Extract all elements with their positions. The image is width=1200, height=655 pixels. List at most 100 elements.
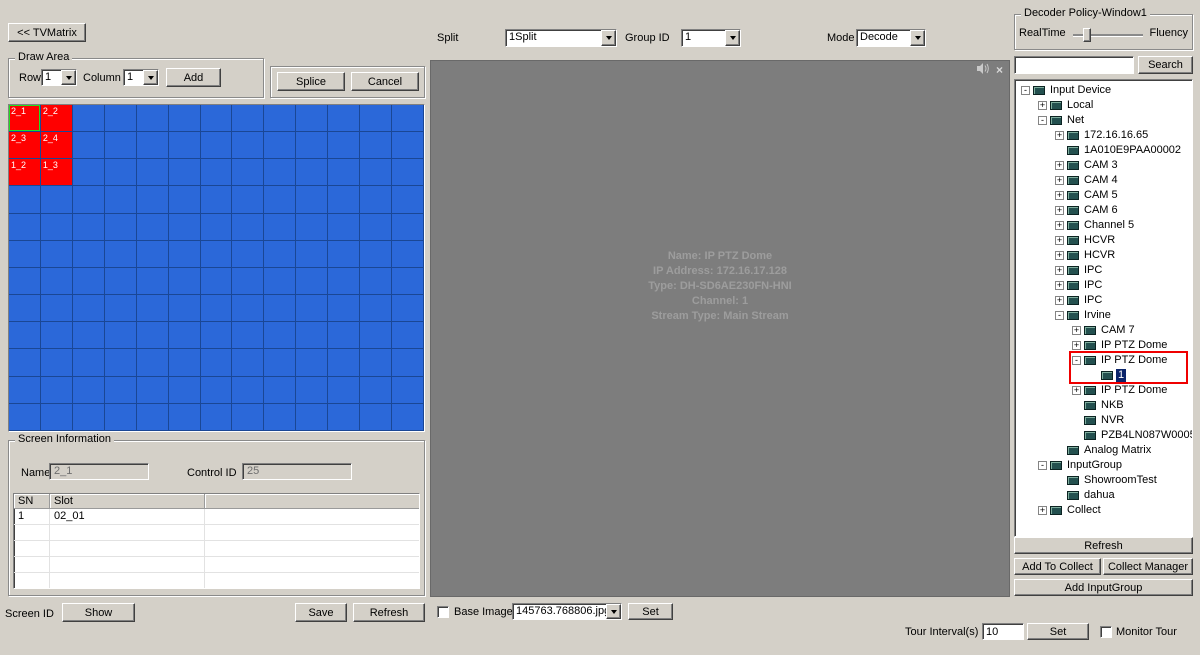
tree-item-18-ip-ptz-dome[interactable]: -IP PTZ Dome: [1015, 353, 1192, 368]
grid-cell-2-9[interactable]: [296, 159, 328, 186]
grid-cell-0-2[interactable]: [73, 105, 105, 132]
grid-cell-9-5[interactable]: [169, 349, 201, 376]
mode-select[interactable]: Decode: [856, 29, 926, 47]
tree-item-26-showroomtest[interactable]: ShowroomTest: [1015, 473, 1192, 488]
tree-item-label[interactable]: Input Device: [1048, 84, 1113, 97]
grid-cell-4-12[interactable]: [392, 214, 424, 241]
grid-cell-8-10[interactable]: [328, 322, 360, 349]
tree-item-8-cam-6[interactable]: +CAM 6: [1015, 203, 1192, 218]
tree-item-label[interactable]: Local: [1065, 99, 1095, 112]
tree-item-label[interactable]: IP PTZ Dome: [1099, 339, 1169, 352]
grid-cell-2-8[interactable]: [264, 159, 296, 186]
grid-cell-5-12[interactable]: [392, 241, 424, 268]
collapse-icon[interactable]: -: [1021, 86, 1030, 95]
grid-cell-6-2[interactable]: [73, 268, 105, 295]
grid-cell-1-11[interactable]: [360, 132, 392, 159]
grid-cell-5-11[interactable]: [360, 241, 392, 268]
tree-item-label[interactable]: HCVR: [1082, 234, 1117, 247]
tree-item-label[interactable]: IPC: [1082, 264, 1104, 277]
tree-item-label[interactable]: HCVR: [1082, 249, 1117, 262]
tree-item-16-cam-7[interactable]: +CAM 7: [1015, 323, 1192, 338]
tree-item-label[interactable]: CAM 6: [1082, 204, 1120, 217]
slot-table-row-4[interactable]: [14, 573, 419, 589]
grid-cell-0-3[interactable]: [105, 105, 137, 132]
tree-item-label[interactable]: 1A010E9PAA00002: [1082, 144, 1183, 157]
grid-cell-9-10[interactable]: [328, 349, 360, 376]
grid-cell-6-0[interactable]: [9, 268, 41, 295]
tree-item-12-ipc[interactable]: +IPC: [1015, 263, 1192, 278]
tour-set-button[interactable]: Set: [1027, 623, 1089, 640]
chevron-down-icon[interactable]: [910, 30, 925, 46]
group-id-select[interactable]: 1: [681, 29, 741, 47]
grid-cell-0-10[interactable]: [328, 105, 360, 132]
expand-icon[interactable]: +: [1072, 341, 1081, 350]
slot-table-row-2[interactable]: [14, 541, 419, 557]
grid-cell-4-7[interactable]: [232, 214, 264, 241]
grid-cell-10-2[interactable]: [73, 377, 105, 404]
grid-cell-11-9[interactable]: [296, 404, 328, 431]
tree-item-label[interactable]: CAM 3: [1082, 159, 1120, 172]
close-icon[interactable]: ×: [996, 64, 1003, 76]
row-select[interactable]: 1: [41, 69, 77, 86]
grid-cell-7-10[interactable]: [328, 295, 360, 322]
grid-cell-7-1[interactable]: [41, 295, 73, 322]
grid-cell-6-1[interactable]: [41, 268, 73, 295]
save-button[interactable]: Save: [295, 603, 347, 622]
collapse-icon[interactable]: -: [1055, 311, 1064, 320]
grid-cell-3-7[interactable]: [232, 186, 264, 213]
expand-icon[interactable]: +: [1038, 506, 1047, 515]
grid-cell-2-1[interactable]: 1_3: [41, 159, 73, 186]
grid-cell-7-0[interactable]: [9, 295, 41, 322]
chevron-down-icon[interactable]: [143, 70, 158, 85]
grid-cell-10-9[interactable]: [296, 377, 328, 404]
tree-item-14-ipc[interactable]: +IPC: [1015, 293, 1192, 308]
slot-table-header-cell[interactable]: Slot: [50, 494, 205, 508]
tree-item-label[interactable]: 1: [1116, 369, 1126, 382]
collect-manager-button[interactable]: Collect Manager: [1103, 558, 1193, 575]
expand-icon[interactable]: +: [1055, 236, 1064, 245]
video-preview-area[interactable]: × Name: IP PTZ Dome IP Address: 172.16.1…: [430, 60, 1010, 597]
tree-item-2-net[interactable]: -Net: [1015, 113, 1192, 128]
tree-item-25-inputgroup[interactable]: -InputGroup: [1015, 458, 1192, 473]
grid-cell-5-10[interactable]: [328, 241, 360, 268]
grid-cell-0-6[interactable]: [201, 105, 233, 132]
tree-item-11-hcvr[interactable]: +HCVR: [1015, 248, 1192, 263]
chevron-down-icon[interactable]: [601, 30, 616, 46]
grid-cell-11-11[interactable]: [360, 404, 392, 431]
collapse-icon[interactable]: -: [1038, 116, 1047, 125]
grid-cell-5-0[interactable]: [9, 241, 41, 268]
tree-item-23-pzb4ln087w0005-[interactable]: PZB4LN087W0005...: [1015, 428, 1192, 443]
grid-cell-5-9[interactable]: [296, 241, 328, 268]
grid-cell-7-11[interactable]: [360, 295, 392, 322]
grid-cell-0-0[interactable]: 2_1: [9, 105, 41, 132]
tree-item-24-analog-matrix[interactable]: Analog Matrix: [1015, 443, 1192, 458]
grid-cell-1-4[interactable]: [137, 132, 169, 159]
refresh-button[interactable]: Refresh: [353, 603, 425, 622]
slot-table[interactable]: SNSlot102_01: [13, 493, 420, 589]
grid-cell-9-11[interactable]: [360, 349, 392, 376]
grid-cell-1-8[interactable]: [264, 132, 296, 159]
grid-cell-0-5[interactable]: [169, 105, 201, 132]
collapse-icon[interactable]: -: [1038, 461, 1047, 470]
grid-cell-8-6[interactable]: [201, 322, 233, 349]
grid-cell-5-8[interactable]: [264, 241, 296, 268]
grid-cell-1-5[interactable]: [169, 132, 201, 159]
grid-cell-6-11[interactable]: [360, 268, 392, 295]
tree-item-label[interactable]: IP PTZ Dome: [1099, 354, 1169, 367]
expand-icon[interactable]: +: [1055, 191, 1064, 200]
grid-cell-11-4[interactable]: [137, 404, 169, 431]
tree-item-5-cam-3[interactable]: + CAM 3: [1015, 158, 1192, 173]
grid-cell-0-1[interactable]: 2_2: [41, 105, 73, 132]
grid-cell-2-0[interactable]: 1_2: [9, 159, 41, 186]
grid-cell-8-8[interactable]: [264, 322, 296, 349]
expand-icon[interactable]: +: [1055, 161, 1064, 170]
grid-cell-5-4[interactable]: [137, 241, 169, 268]
speaker-icon[interactable]: [977, 63, 990, 77]
grid-cell-5-6[interactable]: [201, 241, 233, 268]
grid-cell-9-0[interactable]: [9, 349, 41, 376]
tree-item-label[interactable]: Channel 5: [1082, 219, 1136, 232]
grid-cell-0-7[interactable]: [232, 105, 264, 132]
expand-icon[interactable]: +: [1072, 386, 1081, 395]
grid-cell-1-1[interactable]: 2_4: [41, 132, 73, 159]
tree-item-1-local[interactable]: +Local: [1015, 98, 1192, 113]
